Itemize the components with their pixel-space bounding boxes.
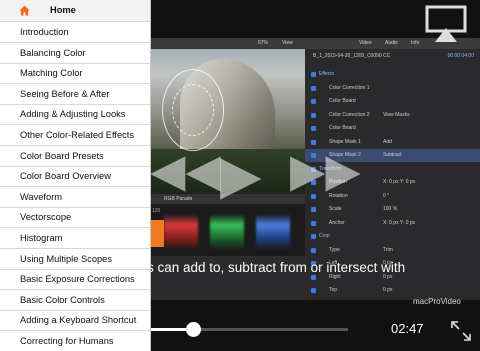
orange-marker	[150, 220, 164, 247]
row-checkbox	[311, 234, 316, 239]
menu-item[interactable]: Basic Exposure Corrections	[0, 269, 150, 291]
app-root: 57% View RGB Parade 120 Video Audio Info…	[0, 0, 480, 351]
subtitle-caption: s can add to, subtract from or intersect…	[150, 253, 480, 283]
menu-item-label: Basic Exposure Corrections	[20, 274, 135, 285]
inspector-row: Color Correction 1	[305, 82, 480, 95]
menu-item[interactable]: Seeing Before & After	[0, 84, 150, 105]
home-icon	[19, 5, 30, 16]
menu-item[interactable]: Correcting for Humans	[0, 331, 150, 351]
inspector-row: Scale 100 %	[305, 203, 480, 216]
inspector-row: Effects	[305, 68, 480, 81]
menu-item-label: Other Color-Related Effects	[20, 130, 135, 140]
progress-knob[interactable]	[186, 322, 202, 337]
menu-item[interactable]: Color Board Overview	[0, 166, 150, 188]
menu-item[interactable]: Balancing Color	[0, 43, 150, 64]
scope-scale: 120	[152, 208, 161, 214]
menu-item[interactable]: Basic Color Controls	[0, 290, 150, 311]
menu-item-home[interactable]: Home	[0, 0, 150, 22]
clip-name: B_1_2015-04-20_1309_C0090 CC	[313, 53, 391, 59]
inspector-row-label: Anchor	[329, 219, 345, 226]
menu-item[interactable]: Color Board Presets	[0, 146, 150, 167]
chapter-menu: Home Introduction Balancing Color Matching…	[0, 0, 151, 351]
menu-item-label: Seeing Before & After	[20, 88, 110, 99]
menu-item-label: Correcting for Humans	[20, 336, 114, 346]
blue-waveform	[256, 214, 290, 250]
menu-item-label: Introduction	[20, 27, 69, 37]
menu-item[interactable]: Vectorscope	[0, 207, 150, 229]
menu-item-label: Matching Color	[20, 68, 83, 79]
time-remaining: 02:47	[391, 321, 424, 336]
menu-item-home-label: Home	[50, 5, 76, 15]
viewer-toolbar: 57% View	[150, 38, 305, 49]
menu-item[interactable]: Adding a Keyboard Shortcut	[0, 310, 150, 332]
row-checkbox	[311, 247, 316, 253]
tab-info: Info	[411, 40, 420, 46]
inspector-row-value: X: 0 px Y: 0 px	[383, 219, 416, 226]
shape-mask-inner	[172, 84, 214, 136]
clip-header: B_1_2015-04-20_1309_C0090 CC 00:00:04:00	[305, 50, 480, 63]
menu-item-label: Color Board Presets	[20, 150, 104, 161]
inspector-row: Color Board	[305, 122, 480, 135]
menu-item[interactable]: Adding & Adjusting Looks	[0, 104, 150, 126]
fast-forward-icon[interactable]: ▶▶	[290, 147, 361, 193]
play-icon[interactable]: ▶	[220, 148, 262, 202]
airplay-icon[interactable]	[421, 4, 471, 44]
menu-item-label: Balancing Color	[20, 47, 86, 58]
inspector-row-label: Crop	[319, 233, 330, 239]
inspector-row-label: Top	[329, 287, 338, 293]
inspector-row-label: Color Correction 1	[329, 84, 370, 91]
inspector-row-value: 100 %	[383, 206, 398, 212]
menu-item-label: Color Board Overview	[20, 171, 111, 182]
menu-item[interactable]: Using Multiple Scopes	[0, 249, 150, 270]
inspector-row: Color Correction 2 View Masks	[305, 109, 480, 122]
rewind-icon[interactable]: ◀◀	[150, 147, 221, 193]
red-waveform	[164, 214, 198, 250]
viewer-view-menu: View	[282, 40, 293, 46]
clip-time: 00:00:04:00	[447, 53, 474, 59]
menu-item[interactable]: Waveform	[0, 187, 150, 208]
zoom-level: 57%	[258, 40, 269, 46]
row-checkbox	[311, 288, 316, 293]
inspector-row: Anchor X: 0 px Y: 0 px	[305, 217, 480, 230]
progress-track[interactable]	[150, 328, 348, 331]
inspector-row-label: Color Correction 2	[329, 111, 370, 118]
row-checkbox	[311, 99, 316, 104]
row-checkbox	[311, 85, 316, 91]
fullscreen-icon[interactable]	[450, 320, 472, 342]
menu-item-label: Histogram	[20, 233, 63, 243]
inspector-row-value: 0 px	[383, 287, 393, 293]
menu-item-label: Using Multiple Scopes	[20, 253, 112, 264]
menu-item[interactable]: Histogram	[0, 228, 150, 249]
row-checkbox	[311, 72, 316, 77]
menu-item-label: Vectorscope	[20, 212, 72, 223]
menu-item-label: Adding & Adjusting Looks	[20, 109, 126, 120]
inspector-row-value: Subtract	[383, 152, 402, 158]
menu-item[interactable]: Other Color-Related Effects	[0, 125, 150, 146]
inspector-row: Crop	[305, 230, 480, 243]
inspector-row-label: Color Board	[329, 98, 356, 104]
tab-audio: Audio	[385, 40, 398, 46]
menu-item[interactable]: Matching Color	[0, 63, 150, 85]
menu-item-label: Basic Color Controls	[20, 294, 105, 305]
tab-video: Video	[359, 40, 372, 46]
menu-item[interactable]: Introduction	[0, 22, 150, 43]
inspector-row-label: Scale	[329, 206, 342, 212]
inspector-row: Color Board	[305, 95, 480, 108]
menu-item-label: Adding a Keyboard Shortcut	[20, 315, 137, 326]
row-checkbox	[311, 126, 316, 131]
row-checkbox	[311, 207, 316, 212]
green-waveform	[210, 214, 244, 250]
inspector-row-label: Effects	[319, 71, 335, 77]
inspector-row-value: View Masks	[383, 111, 410, 118]
menu-item-label: Waveform	[20, 191, 63, 202]
inspector-row-value: 0 °	[383, 192, 390, 199]
inspector-row: Top 0 px	[305, 284, 480, 297]
inspector-row-label: Color Board	[329, 125, 356, 131]
inspector-row-value: X: 0 px Y: 0 px	[383, 179, 416, 185]
row-checkbox	[311, 112, 316, 118]
brand-watermark: macProVideo	[413, 297, 461, 306]
subtitle-text: s can add to, subtract from or intersect…	[150, 260, 406, 275]
row-checkbox	[311, 220, 316, 226]
inspector-row-value: Add	[383, 138, 392, 145]
